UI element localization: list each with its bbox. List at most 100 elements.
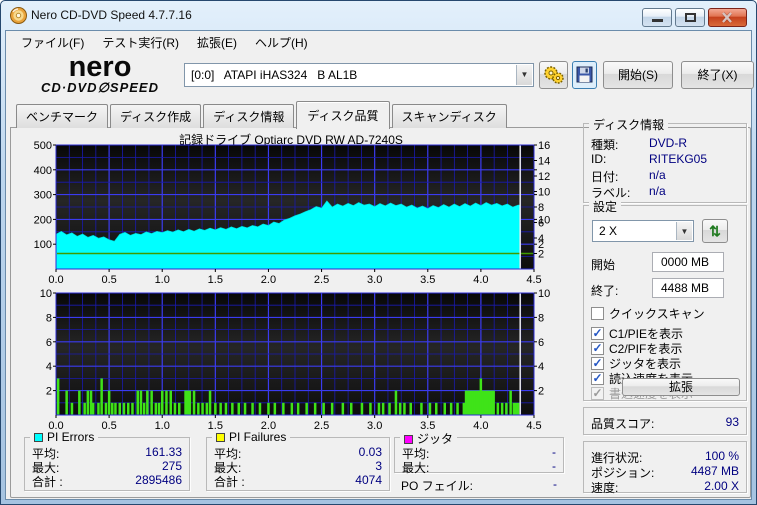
tab-strip: ベンチマーク ディスク作成 ディスク情報 ディスク品質 スキャンディスク	[16, 101, 509, 129]
svg-text:2.5: 2.5	[314, 420, 329, 432]
exit-button[interactable]: 終了(X)	[681, 61, 754, 89]
chevron-down-icon[interactable]: ▼	[676, 222, 692, 240]
pi-failures-row: 平均: 0.03	[214, 445, 382, 461]
maximize-button[interactable]	[675, 8, 705, 27]
po-failures-label: PO フェイル:	[401, 479, 474, 493]
svg-text:3.5: 3.5	[420, 274, 435, 286]
checkbox-quick-scan-box[interactable]	[591, 307, 604, 320]
svg-text:4: 4	[538, 361, 544, 373]
checkbox-show-c2-pif-box[interactable]: ✓	[591, 342, 604, 355]
advanced-button[interactable]: 拡張	[622, 378, 740, 396]
checkbox-show-jitter[interactable]: ✓ ジッタを表示	[591, 356, 681, 371]
pi-errors-chart: 100 2 200 10 300 400 500 0.0 0.5 1.0 1.5 2.0 2.5 3.0 3…	[34, 141, 551, 286]
jitter-stats-box: ジッタ 平均: - 最大: -	[394, 430, 564, 475]
svg-text:16: 16	[538, 141, 550, 152]
progress-value: 2.00 X	[704, 479, 739, 493]
pi-errors-row: 平均: 161.33	[32, 445, 182, 461]
checkbox-quick-scan-label: クイックスキャン	[609, 307, 705, 321]
svg-text:1.5: 1.5	[208, 274, 223, 286]
save-button[interactable]	[572, 61, 597, 89]
checkbox-quick-scan[interactable]: クイックスキャン	[591, 306, 705, 321]
gears-icon	[544, 66, 564, 84]
pi-errors-value: 161.33	[145, 445, 182, 459]
svg-text:14: 14	[538, 156, 550, 168]
pi-failures-row: 合計 : 4074	[214, 473, 382, 489]
refresh-button[interactable]: ⇅	[702, 219, 728, 243]
disc-info-value: n/a	[649, 168, 666, 182]
close-icon	[721, 11, 733, 24]
disc-info-title: ディスク情報	[589, 116, 669, 133]
svg-text:8: 8	[46, 312, 52, 324]
progress-value: 100 %	[704, 449, 739, 463]
svg-text:2.5: 2.5	[314, 274, 329, 286]
svg-text:10: 10	[538, 289, 550, 300]
quality-score-box: 品質スコア: 93	[583, 407, 747, 435]
svg-text:6: 6	[538, 337, 544, 349]
start-button[interactable]: 開始(S)	[603, 61, 673, 89]
jitter-row: 平均: -	[402, 445, 556, 461]
checkbox-show-c1-pie[interactable]: ✓ C1/PIEを表示	[591, 326, 683, 341]
settings-box: 設定 2 X ▼ ⇅ 開始 0000 MB 終了: 4488 MB クイックスキ…	[583, 198, 747, 401]
pi-errors-row: 合計 : 2895486	[32, 473, 182, 489]
tab-benchmark[interactable]: ベンチマーク	[16, 104, 109, 128]
pi-errors-label: 合計 :	[32, 475, 63, 489]
app-window: Nero CD-DVD Speed 4.7.7.16 ファイル(F) テスト実行(…	[0, 0, 757, 505]
checkbox-show-c1-pie-box[interactable]: ✓	[591, 327, 604, 340]
pi-errors-legend-swatch	[34, 433, 43, 442]
maximize-icon	[685, 13, 696, 22]
svg-text:2: 2	[538, 249, 544, 261]
svg-text:10: 10	[40, 289, 52, 300]
progress-row: ポジション: 4487 MB	[591, 464, 739, 480]
start-position-field[interactable]: 0000 MB	[652, 252, 724, 272]
end-position-field[interactable]: 4488 MB	[652, 278, 724, 298]
svg-text:400: 400	[34, 165, 52, 177]
svg-text:8: 8	[538, 202, 544, 214]
checkbox-show-read-speed-box[interactable]: ✓	[591, 372, 604, 385]
menu-bar: ファイル(F) テスト実行(R) 拡張(E) ヘルプ(H)	[6, 31, 751, 53]
progress-row: 速度: 2.00 X	[591, 479, 739, 495]
svg-text:2: 2	[538, 386, 544, 398]
app-icon	[10, 7, 27, 24]
quality-score-label: 品質スコア:	[591, 417, 655, 431]
nero-logo-brand: nero	[68, 51, 132, 83]
title-bar: Nero CD-DVD Speed 4.7.7.16	[1, 1, 756, 30]
client-area: ファイル(F) テスト実行(R) 拡張(E) ヘルプ(H) nero CD·DVD∅S…	[5, 30, 754, 500]
svg-text:4.0: 4.0	[473, 420, 488, 432]
start-position-label: 開始	[591, 258, 616, 272]
disc-info-value: DVD-R	[649, 136, 687, 150]
close-button[interactable]	[708, 8, 747, 27]
drive-select[interactable]: [0:0] ATAPI iHAS324 B AL1B ▼	[184, 63, 534, 87]
svg-text:4.5: 4.5	[526, 420, 541, 432]
svg-text:6: 6	[538, 218, 544, 230]
tab-scandisc[interactable]: スキャンディスク	[391, 104, 507, 128]
disc-info-label: ID:	[591, 152, 607, 166]
svg-text:8: 8	[538, 312, 544, 324]
progress-label: 速度:	[591, 481, 619, 495]
checkbox-show-write-speed-box[interactable]: ✓	[591, 387, 604, 400]
tab-disc-create[interactable]: ディスク作成	[110, 104, 202, 128]
disc-info-box: ディスク情報 種類: DVD-R ID: RITEKG05 日付: n/a ラベル: n/a	[583, 116, 747, 203]
checkbox-show-c2-pif[interactable]: ✓ C2/PIFを表示	[591, 341, 682, 356]
disc-info-row: ID: RITEKG05	[591, 152, 739, 166]
speed-select[interactable]: 2 X ▼	[592, 220, 694, 242]
options-button[interactable]	[539, 61, 568, 89]
chevron-down-icon[interactable]: ▼	[516, 65, 532, 85]
jitter-legend-swatch	[404, 435, 413, 444]
disc-info-value: RITEKG05	[649, 152, 708, 166]
tab-disc-info[interactable]: ディスク情報	[203, 104, 295, 128]
svg-text:0.5: 0.5	[101, 274, 116, 286]
tab-disc-quality[interactable]: ディスク品質	[296, 101, 390, 129]
pi-errors-value: 2895486	[135, 473, 182, 487]
po-failures-value: -	[553, 477, 557, 491]
end-position-label: 終了:	[591, 284, 619, 298]
pi-failures-label: 合計 :	[214, 475, 245, 489]
progress-box: 進行状況: 100 % ポジション: 4487 MB 速度: 2.00 X	[583, 441, 747, 495]
minimize-button[interactable]	[642, 8, 672, 27]
svg-text:300: 300	[34, 190, 52, 202]
menu-item-extra[interactable]: 拡張(E)	[188, 31, 246, 54]
checkbox-show-jitter-box[interactable]: ✓	[591, 357, 604, 370]
pi-failures-row: 最大: 3	[214, 459, 382, 475]
menu-item-help[interactable]: ヘルプ(H)	[246, 31, 317, 54]
quality-score-value: 93	[725, 415, 739, 429]
disc-info-row: 種類: DVD-R	[591, 136, 739, 152]
